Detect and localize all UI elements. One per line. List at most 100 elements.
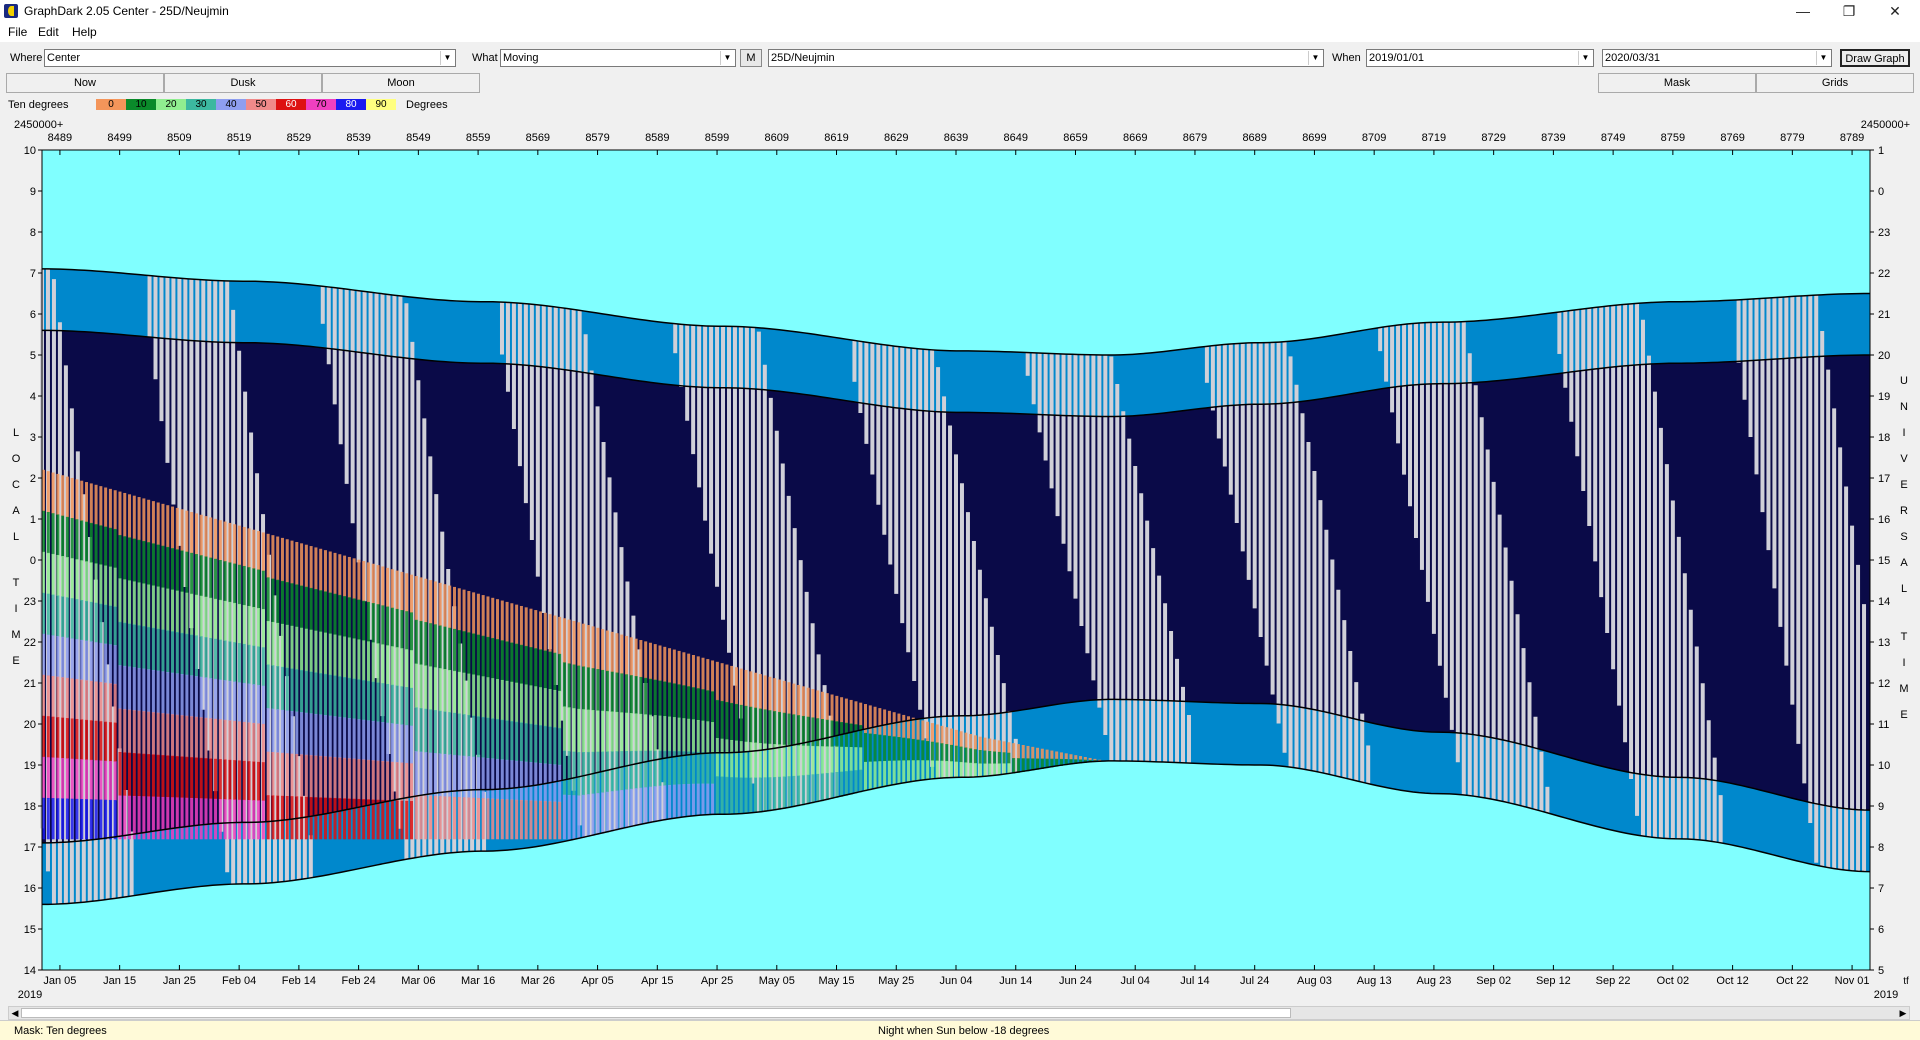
tab-now[interactable]: Now [6, 73, 164, 93]
altitude-cell [199, 676, 203, 718]
when-end-select[interactable]: 2020/03/31 ▼ [1602, 49, 1832, 67]
altitude-cell [945, 760, 949, 779]
menu-help[interactable]: Help [72, 25, 97, 39]
horizontal-scrollbar[interactable]: ◀ ▶ [8, 1006, 1910, 1020]
jd-tick-label: 8759 [1661, 132, 1685, 144]
jd-tick-label: 8569 [526, 132, 550, 144]
altitude-cell [338, 716, 342, 758]
altitude-cell [883, 760, 887, 788]
altitude-cell [104, 604, 108, 645]
tab-mask[interactable]: Mask [1598, 73, 1756, 93]
altitude-cell [907, 760, 911, 783]
where-select[interactable]: Center ▼ [44, 49, 456, 67]
scroll-thumb[interactable] [21, 1008, 1291, 1018]
tab-moon[interactable]: Moon [322, 73, 480, 93]
where-value: Center [47, 52, 81, 64]
altitude-cell [108, 722, 112, 762]
altitude-cell [672, 649, 676, 684]
altitude-cell [204, 758, 208, 799]
altitude-cell [328, 592, 332, 635]
scroll-right-icon[interactable]: ▶ [1897, 1007, 1909, 1019]
altitude-cell [161, 671, 165, 714]
altitude-cell [94, 563, 98, 604]
altitude-cell [744, 669, 748, 707]
close-icon[interactable]: ✕ [1872, 0, 1918, 22]
altitude-cell [787, 744, 791, 777]
altitude-cell [792, 745, 796, 777]
altitude-cell [128, 666, 132, 711]
altitude-cell [677, 717, 681, 752]
local-time-axis-letter: L [13, 531, 19, 543]
altitude-cell [429, 752, 433, 797]
altitude-cell [271, 665, 275, 710]
altitude-cell [969, 748, 973, 764]
altitude-cell [639, 676, 643, 715]
visibility-chart[interactable]: 2450000+ 2450000+8489 8499 8509 8519 8529 8539… [0, 114, 1920, 1004]
altitude-cell [639, 713, 643, 752]
altitude-cell [610, 631, 614, 673]
altitude-cell [371, 603, 375, 643]
altitude-cell [75, 519, 79, 560]
altitude-cell [773, 678, 777, 712]
altitude-cell [161, 545, 165, 589]
altitude-cell [271, 752, 275, 796]
altitude-cell [128, 537, 132, 581]
menu-edit[interactable]: Edit [38, 25, 59, 39]
altitude-cell [61, 636, 65, 678]
altitude-cell [376, 721, 380, 762]
altitude-cell [190, 512, 194, 554]
altitude-cell [1026, 745, 1030, 759]
altitude-cell [978, 750, 982, 764]
altitude-cell [180, 797, 184, 840]
altitude-cell [132, 795, 136, 840]
menu-file[interactable]: File [8, 25, 27, 39]
altitude-cell [390, 569, 394, 609]
altitude-cell [108, 488, 112, 529]
altitude-cell [295, 541, 299, 585]
what-select[interactable]: Moving ▼ [500, 49, 736, 67]
altitude-cell [242, 643, 246, 684]
object-select[interactable]: 25D/Neujmin ▼ [768, 49, 1324, 67]
tab-grids[interactable]: Grids [1756, 73, 1914, 93]
altitude-cell [1031, 758, 1035, 771]
altitude-cell [706, 659, 710, 691]
altitude-cell [237, 682, 241, 722]
altitude-cell [496, 599, 500, 640]
ut-hour-label: 5 [1878, 965, 1884, 977]
altitude-cell [104, 799, 108, 840]
date-tick-label: Mar 16 [461, 975, 495, 987]
altitude-cell [171, 589, 175, 632]
when-start-select[interactable]: 2019/01/01 ▼ [1366, 49, 1594, 67]
restore-icon[interactable]: ❐ [1826, 0, 1872, 22]
altitude-cell [218, 719, 222, 760]
altitude-cell [276, 666, 280, 710]
altitude-cell [366, 720, 370, 761]
altitude-cell [46, 634, 50, 676]
jd-tick-label: 8709 [1362, 132, 1386, 144]
altitude-cell [429, 623, 433, 667]
altitude-cell [500, 799, 504, 840]
altitude-cell [930, 723, 934, 743]
altitude-cell [486, 636, 490, 678]
altitude-cell [175, 549, 179, 592]
altitude-cell [266, 577, 270, 622]
scroll-left-icon[interactable]: ◀ [9, 1007, 21, 1019]
tab-dusk[interactable]: Dusk [164, 73, 322, 93]
altitude-cell [228, 522, 232, 563]
object-value: 25D/Neujmin [771, 52, 835, 64]
minimize-icon[interactable]: — [1780, 0, 1826, 22]
altitude-cell [481, 757, 485, 799]
draw-graph-button[interactable]: Draw Graph [1840, 49, 1910, 67]
altitude-cell [85, 561, 89, 602]
altitude-cell [51, 716, 55, 758]
altitude-cell [175, 590, 179, 633]
altitude-cell [285, 539, 289, 583]
m-button[interactable]: M [740, 49, 762, 67]
altitude-cell [543, 725, 547, 764]
altitude-cell [543, 650, 547, 689]
date-tick-label: Sep 02 [1476, 975, 1511, 987]
legend-title: Ten degrees [8, 99, 69, 111]
altitude-cell [419, 620, 423, 666]
altitude-cell [553, 764, 557, 803]
altitude-cell [639, 787, 643, 826]
